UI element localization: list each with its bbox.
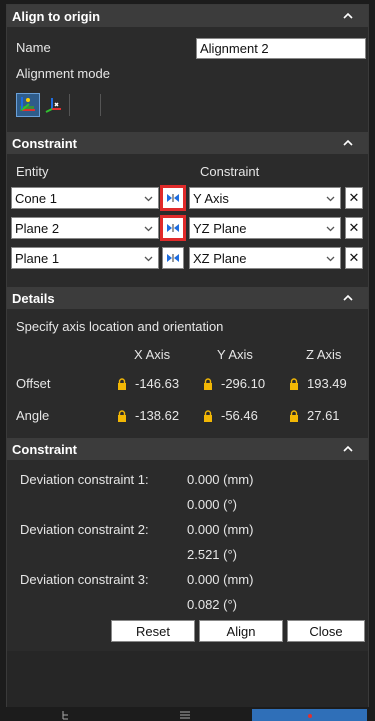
close-icon: ✕ [348,220,360,235]
lock-icon [118,409,126,422]
tab-tree[interactable] [40,709,90,721]
point-align-icon [43,94,63,117]
deviation-2-mm: 0.000 (mm) [187,522,254,537]
reset-button[interactable]: Reset [111,620,195,642]
details-section-header[interactable]: Details [7,287,368,309]
pick-target-icon [167,224,179,232]
details-description: Specify axis location and orientation [16,319,224,334]
lock-icon [204,409,212,422]
constraint-column-header: Constraint [200,164,260,179]
entity-select-value: Cone 1 [15,190,57,206]
offset-y-value[interactable]: -296.10 [203,376,265,391]
toolbar-divider [69,94,70,116]
close-button[interactable]: Close [287,620,365,642]
offset-label: Offset [16,376,51,391]
lock-icon [118,377,126,390]
pick-entity-button[interactable] [160,185,186,211]
deviation-2-label: Deviation constraint 2: [20,522,149,537]
deviation-1-label: Deviation constraint 1: [20,472,149,487]
z-axis-header: Z Axis [306,347,342,362]
entity-select[interactable]: Plane 1 [11,247,159,269]
name-input[interactable]: Alignment 2 [196,38,366,59]
offset-x-value[interactable]: -146.63 [117,376,179,391]
x-axis-header: X Axis [134,347,171,362]
entity-select-value: Plane 1 [15,250,60,266]
offset-z-value[interactable]: 193.49 [289,376,347,391]
deviation-2-deg: 2.521 (°) [187,547,238,562]
constraint-select-value: Y Axis [193,190,229,206]
constraint-section-header[interactable]: Constraint [7,132,368,154]
remove-constraint-button[interactable]: ✕ [345,187,363,209]
tree-icon [62,711,68,720]
panel-header[interactable]: Align to origin [7,5,368,27]
angle-label: Angle [16,408,50,423]
angle-z-value[interactable]: 27.61 [289,408,340,423]
deviation-3-label: Deviation constraint 3: [20,572,149,587]
chevron-down-icon [326,256,335,262]
properties-icon [307,714,312,718]
deviation-3-mm: 0.000 (mm) [187,572,254,587]
constraint-select[interactable]: XZ Plane [189,247,341,269]
deviation-section-title: Constraint [12,441,77,457]
close-icon: ✕ [348,190,360,205]
y-axis-header: Y Axis [217,347,253,362]
remove-constraint-button[interactable]: ✕ [345,247,363,269]
details-section-title: Details [12,290,55,306]
pick-entity-button[interactable] [160,215,186,241]
entity-select[interactable]: Cone 1 [11,187,159,209]
lock-icon [204,377,212,390]
close-icon: ✕ [348,250,360,265]
lock-icon [290,377,298,390]
angle-y-value[interactable]: -56.46 [203,408,258,423]
deviation-section-header[interactable]: Constraint [7,438,368,460]
collapse-chevron-icon[interactable] [342,291,354,303]
list-icon [180,711,190,719]
alignment-mode-label: Alignment mode [16,66,110,81]
deviation-1-mm: 0.000 (mm) [187,472,254,487]
axis-align-button[interactable] [16,93,40,117]
deviation-1-deg: 0.000 (°) [187,497,238,512]
tab-list[interactable] [160,709,210,721]
entity-column-header: Entity [16,164,49,179]
panel-title: Align to origin [12,8,101,24]
deviation-3-deg: 0.082 (°) [187,597,238,612]
pick-target-icon [167,254,179,262]
collapse-chevron-icon[interactable] [342,9,354,21]
align-button[interactable]: Align [199,620,283,642]
constraint-select[interactable]: Y Axis [189,187,341,209]
toolbar-divider [100,94,101,116]
chevron-down-icon [144,256,153,262]
pick-target-icon [167,194,179,202]
chevron-down-icon [326,196,335,202]
angle-x-value[interactable]: -138.62 [117,408,179,423]
lock-icon [290,409,298,422]
constraint-select[interactable]: YZ Plane [189,217,341,239]
collapse-chevron-icon[interactable] [342,442,354,454]
chevron-down-icon [144,226,153,232]
empty-panel-area [7,651,368,707]
chevron-down-icon [326,226,335,232]
name-label: Name [16,40,51,55]
entity-select-value: Plane 2 [15,220,60,236]
tab-properties[interactable] [252,709,367,721]
pick-entity-button[interactable] [162,247,184,269]
point-align-button[interactable] [41,93,65,117]
remove-constraint-button[interactable]: ✕ [345,217,363,239]
constraint-section-title: Constraint [12,135,77,151]
chevron-down-icon [144,196,153,202]
constraint-select-value: YZ Plane [193,220,247,236]
entity-select[interactable]: Plane 2 [11,217,159,239]
axis-align-icon [18,94,38,117]
collapse-chevron-icon[interactable] [342,136,354,148]
constraint-select-value: XZ Plane [193,250,247,266]
align-to-origin-panel: Align to origin Name Alignment 2 Alignme… [6,4,369,707]
